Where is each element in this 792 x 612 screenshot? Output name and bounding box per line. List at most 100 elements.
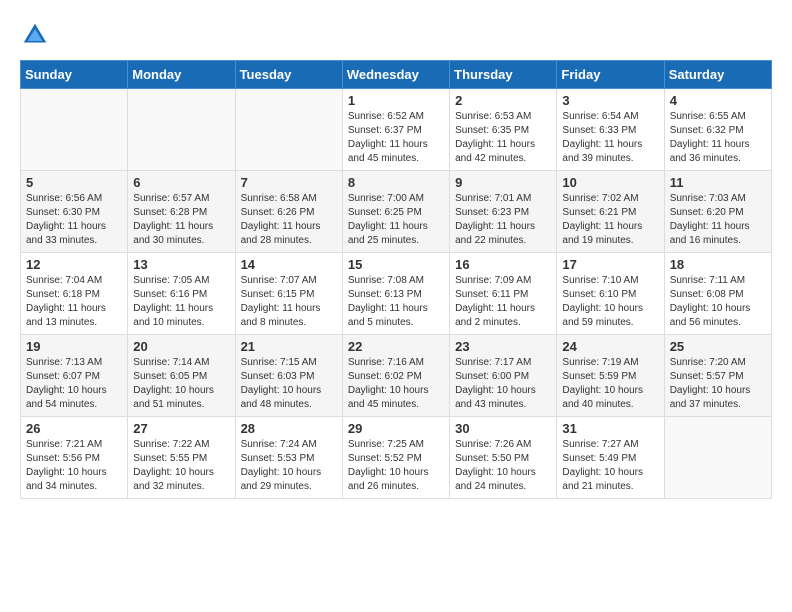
- day-info: Sunrise: 7:17 AM Sunset: 6:00 PM Dayligh…: [455, 356, 551, 412]
- day-info: Sunrise: 7:21 AM Sunset: 5:56 PM Dayligh…: [26, 438, 122, 494]
- calendar-cell: 30 Sunrise: 7:26 AM Sunset: 5:50 PM Dayli…: [450, 417, 557, 499]
- calendar-cell: 23 Sunrise: 7:17 AM Sunset: 6:00 PM Dayli…: [450, 335, 557, 417]
- day-number: 15: [348, 257, 444, 272]
- calendar-table: SundayMondayTuesdayWednesdayThursdayFrid…: [20, 60, 772, 499]
- calendar-cell: 1 Sunrise: 6:52 AM Sunset: 6:37 PM Daylig…: [342, 89, 449, 171]
- day-number: 16: [455, 257, 551, 272]
- calendar-cell: [21, 89, 128, 171]
- day-info: Sunrise: 7:00 AM Sunset: 6:25 PM Dayligh…: [348, 192, 444, 248]
- day-number: 26: [26, 421, 122, 436]
- calendar-cell: 7 Sunrise: 6:58 AM Sunset: 6:26 PM Daylig…: [235, 171, 342, 253]
- day-number: 28: [241, 421, 337, 436]
- calendar-cell: 6 Sunrise: 6:57 AM Sunset: 6:28 PM Daylig…: [128, 171, 235, 253]
- calendar-cell: 20 Sunrise: 7:14 AM Sunset: 6:05 PM Dayli…: [128, 335, 235, 417]
- day-info: Sunrise: 7:24 AM Sunset: 5:53 PM Dayligh…: [241, 438, 337, 494]
- column-header-saturday: Saturday: [664, 61, 771, 89]
- column-header-thursday: Thursday: [450, 61, 557, 89]
- calendar-cell: 3Sunrise: 6:54 AM Sunset: 6:33 PM Daylig…: [557, 89, 664, 171]
- calendar-cell: 2 Sunrise: 6:53 AM Sunset: 6:35 PM Daylig…: [450, 89, 557, 171]
- day-info: Sunrise: 7:03 AM Sunset: 6:20 PM Dayligh…: [670, 192, 766, 248]
- day-number: 20: [133, 339, 229, 354]
- calendar-cell: 16 Sunrise: 7:09 AM Sunset: 6:11 PM Dayli…: [450, 253, 557, 335]
- day-info: Sunrise: 7:02 AM Sunset: 6:21 PM Dayligh…: [562, 192, 658, 248]
- day-info: Sunrise: 6:54 AM Sunset: 6:33 PM Dayligh…: [562, 110, 658, 166]
- column-header-tuesday: Tuesday: [235, 61, 342, 89]
- day-number: 9: [455, 175, 551, 190]
- day-number: 11: [670, 175, 766, 190]
- day-number: 29: [348, 421, 444, 436]
- calendar-cell: 24 Sunrise: 7:19 AM Sunset: 5:59 PM Dayli…: [557, 335, 664, 417]
- logo-icon: [20, 20, 50, 50]
- column-header-wednesday: Wednesday: [342, 61, 449, 89]
- column-header-sunday: Sunday: [21, 61, 128, 89]
- calendar-cell: 28 Sunrise: 7:24 AM Sunset: 5:53 PM Dayli…: [235, 417, 342, 499]
- calendar-week-1: 1 Sunrise: 6:52 AM Sunset: 6:37 PM Daylig…: [21, 89, 772, 171]
- calendar-cell: 27Sunrise: 7:22 AM Sunset: 5:55 PM Dayli…: [128, 417, 235, 499]
- day-number: 8: [348, 175, 444, 190]
- calendar-cell: 19Sunrise: 7:13 AM Sunset: 6:07 PM Dayli…: [21, 335, 128, 417]
- calendar-cell: [664, 417, 771, 499]
- day-info: Sunrise: 7:11 AM Sunset: 6:08 PM Dayligh…: [670, 274, 766, 330]
- day-info: Sunrise: 7:16 AM Sunset: 6:02 PM Dayligh…: [348, 356, 444, 412]
- day-number: 4: [670, 93, 766, 108]
- day-number: 31: [562, 421, 658, 436]
- day-number: 24: [562, 339, 658, 354]
- day-number: 25: [670, 339, 766, 354]
- calendar-cell: [235, 89, 342, 171]
- day-info: Sunrise: 7:26 AM Sunset: 5:50 PM Dayligh…: [455, 438, 551, 494]
- day-info: Sunrise: 7:05 AM Sunset: 6:16 PM Dayligh…: [133, 274, 229, 330]
- column-header-friday: Friday: [557, 61, 664, 89]
- day-info: Sunrise: 6:52 AM Sunset: 6:37 PM Dayligh…: [348, 110, 444, 166]
- day-number: 2: [455, 93, 551, 108]
- day-number: 13: [133, 257, 229, 272]
- calendar-cell: 14Sunrise: 7:07 AM Sunset: 6:15 PM Dayli…: [235, 253, 342, 335]
- page-header: [20, 20, 772, 50]
- day-info: Sunrise: 7:01 AM Sunset: 6:23 PM Dayligh…: [455, 192, 551, 248]
- day-number: 5: [26, 175, 122, 190]
- day-number: 18: [670, 257, 766, 272]
- calendar-week-5: 26 Sunrise: 7:21 AM Sunset: 5:56 PM Dayli…: [21, 417, 772, 499]
- calendar-cell: [128, 89, 235, 171]
- calendar-week-4: 19Sunrise: 7:13 AM Sunset: 6:07 PM Dayli…: [21, 335, 772, 417]
- day-info: Sunrise: 7:13 AM Sunset: 6:07 PM Dayligh…: [26, 356, 122, 412]
- day-info: Sunrise: 7:14 AM Sunset: 6:05 PM Dayligh…: [133, 356, 229, 412]
- day-number: 27: [133, 421, 229, 436]
- day-info: Sunrise: 7:19 AM Sunset: 5:59 PM Dayligh…: [562, 356, 658, 412]
- column-header-monday: Monday: [128, 61, 235, 89]
- calendar-cell: 29Sunrise: 7:25 AM Sunset: 5:52 PM Dayli…: [342, 417, 449, 499]
- logo: [20, 20, 54, 50]
- day-number: 1: [348, 93, 444, 108]
- day-number: 23: [455, 339, 551, 354]
- day-info: Sunrise: 6:56 AM Sunset: 6:30 PM Dayligh…: [26, 192, 122, 248]
- calendar-cell: 22 Sunrise: 7:16 AM Sunset: 6:02 PM Dayli…: [342, 335, 449, 417]
- day-info: Sunrise: 6:55 AM Sunset: 6:32 PM Dayligh…: [670, 110, 766, 166]
- day-info: Sunrise: 6:53 AM Sunset: 6:35 PM Dayligh…: [455, 110, 551, 166]
- calendar-cell: 15Sunrise: 7:08 AM Sunset: 6:13 PM Dayli…: [342, 253, 449, 335]
- day-info: Sunrise: 6:57 AM Sunset: 6:28 PM Dayligh…: [133, 192, 229, 248]
- calendar-cell: 18 Sunrise: 7:11 AM Sunset: 6:08 PM Dayli…: [664, 253, 771, 335]
- calendar-header-row: SundayMondayTuesdayWednesdayThursdayFrid…: [21, 61, 772, 89]
- day-number: 7: [241, 175, 337, 190]
- calendar-cell: 5 Sunrise: 6:56 AM Sunset: 6:30 PM Daylig…: [21, 171, 128, 253]
- day-info: Sunrise: 7:20 AM Sunset: 5:57 PM Dayligh…: [670, 356, 766, 412]
- calendar-week-2: 5 Sunrise: 6:56 AM Sunset: 6:30 PM Daylig…: [21, 171, 772, 253]
- day-info: Sunrise: 7:15 AM Sunset: 6:03 PM Dayligh…: [241, 356, 337, 412]
- day-info: Sunrise: 7:09 AM Sunset: 6:11 PM Dayligh…: [455, 274, 551, 330]
- day-number: 30: [455, 421, 551, 436]
- day-number: 10: [562, 175, 658, 190]
- day-info: Sunrise: 6:58 AM Sunset: 6:26 PM Dayligh…: [241, 192, 337, 248]
- day-number: 21: [241, 339, 337, 354]
- day-number: 22: [348, 339, 444, 354]
- calendar-cell: 13 Sunrise: 7:05 AM Sunset: 6:16 PM Dayli…: [128, 253, 235, 335]
- day-info: Sunrise: 7:04 AM Sunset: 6:18 PM Dayligh…: [26, 274, 122, 330]
- day-info: Sunrise: 7:27 AM Sunset: 5:49 PM Dayligh…: [562, 438, 658, 494]
- day-number: 6: [133, 175, 229, 190]
- calendar-cell: 17Sunrise: 7:10 AM Sunset: 6:10 PM Dayli…: [557, 253, 664, 335]
- calendar-cell: 26 Sunrise: 7:21 AM Sunset: 5:56 PM Dayli…: [21, 417, 128, 499]
- day-number: 14: [241, 257, 337, 272]
- calendar-cell: 11 Sunrise: 7:03 AM Sunset: 6:20 PM Dayli…: [664, 171, 771, 253]
- calendar-cell: 9 Sunrise: 7:01 AM Sunset: 6:23 PM Daylig…: [450, 171, 557, 253]
- calendar-cell: 31 Sunrise: 7:27 AM Sunset: 5:49 PM Dayli…: [557, 417, 664, 499]
- day-number: 17: [562, 257, 658, 272]
- calendar-cell: 21 Sunrise: 7:15 AM Sunset: 6:03 PM Dayli…: [235, 335, 342, 417]
